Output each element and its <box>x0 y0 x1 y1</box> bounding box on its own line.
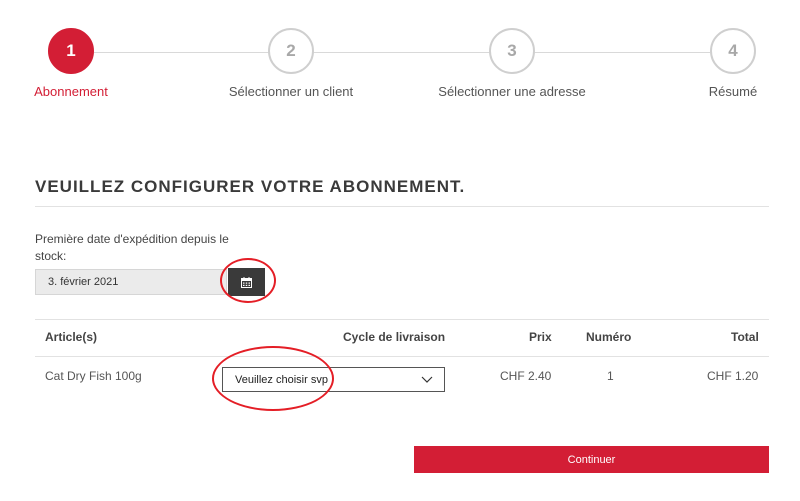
step-3-number: 3 <box>507 41 517 60</box>
step-4-number: 4 <box>728 41 738 60</box>
row-article: Cat Dry Fish 100g <box>45 369 142 383</box>
shipping-date-field[interactable]: 3. février 2021 <box>35 269 227 295</box>
row-total: CHF 1.20 <box>707 369 759 383</box>
heading-divider <box>35 206 769 207</box>
stepper-line <box>94 52 710 53</box>
chevron-down-icon <box>421 376 433 383</box>
step-2-number: 2 <box>286 41 296 60</box>
step-1-circle[interactable]: 1 <box>48 28 94 74</box>
step-4-circle[interactable]: 4 <box>710 28 756 74</box>
header-article: Article(s) <box>45 330 98 344</box>
shipping-date-label: Première date d'expédition depuis le sto… <box>35 232 229 263</box>
header-total: Total <box>731 330 759 344</box>
row-number: 1 <box>607 369 614 383</box>
header-number: Numéro <box>586 330 632 344</box>
step-3-label[interactable]: Sélectionner une adresse <box>438 84 585 99</box>
continue-button[interactable]: Continuer <box>414 446 769 473</box>
table-header-divider <box>35 356 769 357</box>
table-top-border <box>35 319 769 320</box>
step-2-circle[interactable]: 2 <box>268 28 314 74</box>
row-price: CHF 2.40 <box>500 369 552 383</box>
page-title: VEUILLEZ CONFIGURER VOTRE ABONNEMENT. <box>35 177 466 196</box>
header-price: Prix <box>529 330 552 344</box>
step-1-label[interactable]: Abonnement <box>34 84 108 99</box>
step-2-label[interactable]: Sélectionner un client <box>229 84 353 99</box>
calendar-highlight-circle <box>220 258 276 303</box>
step-4-label[interactable]: Résumé <box>709 84 757 99</box>
select-highlight-circle <box>212 346 334 411</box>
header-cycle: Cycle de livraison <box>343 330 446 344</box>
step-3-circle[interactable]: 3 <box>489 28 535 74</box>
step-1-number: 1 <box>66 41 76 60</box>
